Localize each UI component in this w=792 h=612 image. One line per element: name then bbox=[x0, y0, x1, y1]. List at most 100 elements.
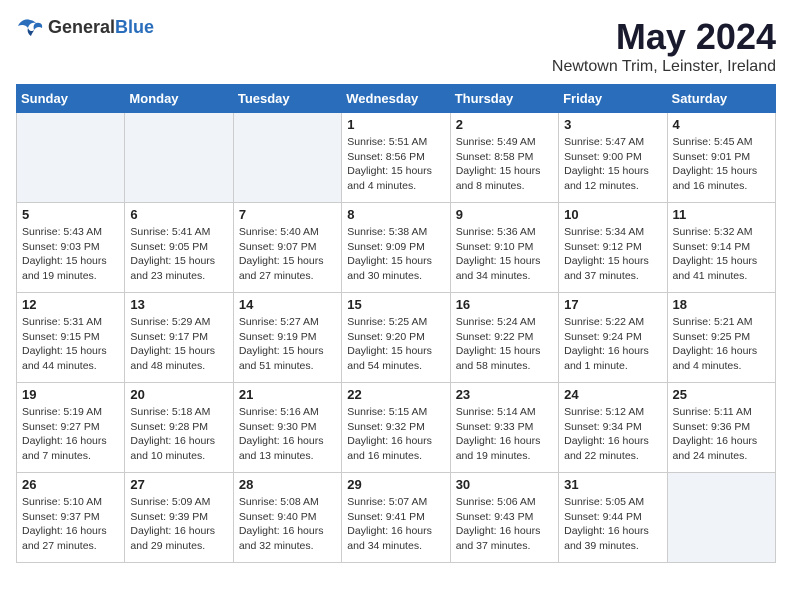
day-info: Sunrise: 5:09 AMSunset: 9:39 PMDaylight:… bbox=[130, 495, 227, 554]
day-number: 30 bbox=[456, 477, 553, 492]
day-number: 12 bbox=[22, 297, 119, 312]
logo-blue: Blue bbox=[115, 17, 154, 37]
table-row: 17Sunrise: 5:22 AMSunset: 9:24 PMDayligh… bbox=[559, 293, 667, 383]
day-number: 10 bbox=[564, 207, 661, 222]
day-info: Sunrise: 5:22 AMSunset: 9:24 PMDaylight:… bbox=[564, 315, 661, 374]
calendar-week-row: 5 Sunrise: 5:43 AMSunset: 9:03 PMDaylight… bbox=[17, 203, 776, 293]
table-row: 26Sunrise: 5:10 AMSunset: 9:37 PMDayligh… bbox=[17, 473, 125, 563]
day-info: Sunrise: 5:31 AMSunset: 9:15 PMDaylight:… bbox=[22, 315, 119, 374]
table-row: 4Sunrise: 5:45 AMSunset: 9:01 PMDaylight… bbox=[667, 113, 775, 203]
calendar-week-row: 1 Sunrise: 5:51 AMSunset: 8:56 PMDaylight… bbox=[17, 113, 776, 203]
day-info: Sunrise: 5:34 AMSunset: 9:12 PMDaylight:… bbox=[564, 225, 661, 284]
day-number: 20 bbox=[130, 387, 227, 402]
day-info: Sunrise: 5:11 AMSunset: 9:36 PMDaylight:… bbox=[673, 405, 770, 464]
table-row: 23 Sunrise: 5:14 AMSunset: 9:33 PMDayligh… bbox=[450, 383, 558, 473]
day-info: Sunrise: 5:19 AMSunset: 9:27 PMDaylight:… bbox=[22, 405, 119, 464]
logo-bird-icon bbox=[16, 16, 44, 38]
day-number: 3 bbox=[564, 117, 661, 132]
day-info: Sunrise: 5:05 AMSunset: 9:44 PMDaylight:… bbox=[564, 495, 661, 554]
table-row: 28 Sunrise: 5:08 AMSunset: 9:40 PMDayligh… bbox=[233, 473, 341, 563]
logo-text: GeneralBlue bbox=[48, 17, 154, 38]
table-row: 24Sunrise: 5:12 AMSunset: 9:34 PMDayligh… bbox=[559, 383, 667, 473]
day-number: 18 bbox=[673, 297, 770, 312]
day-info: Sunrise: 5:47 AMSunset: 9:00 PMDaylight:… bbox=[564, 135, 661, 194]
day-number: 14 bbox=[239, 297, 336, 312]
table-row: 22 Sunrise: 5:15 AMSunset: 9:32 PMDayligh… bbox=[342, 383, 450, 473]
table-row: 9 Sunrise: 5:36 AMSunset: 9:10 PMDaylight… bbox=[450, 203, 558, 293]
table-row: 30 Sunrise: 5:06 AMSunset: 9:43 PMDayligh… bbox=[450, 473, 558, 563]
day-info: Sunrise: 5:45 AMSunset: 9:01 PMDaylight:… bbox=[673, 135, 770, 194]
calendar-week-row: 19Sunrise: 5:19 AMSunset: 9:27 PMDayligh… bbox=[17, 383, 776, 473]
table-row: 12 Sunrise: 5:31 AMSunset: 9:15 PMDayligh… bbox=[17, 293, 125, 383]
day-number: 1 bbox=[347, 117, 444, 132]
table-row: 14 Sunrise: 5:27 AMSunset: 9:19 PMDayligh… bbox=[233, 293, 341, 383]
day-info: Sunrise: 5:18 AMSunset: 9:28 PMDaylight:… bbox=[130, 405, 227, 464]
location-title: Newtown Trim, Leinster, Ireland bbox=[552, 58, 776, 76]
day-info: Sunrise: 5:12 AMSunset: 9:34 PMDaylight:… bbox=[564, 405, 661, 464]
day-number: 16 bbox=[456, 297, 553, 312]
day-info: Sunrise: 5:41 AMSunset: 9:05 PMDaylight:… bbox=[130, 225, 227, 284]
day-number: 2 bbox=[456, 117, 553, 132]
day-number: 5 bbox=[22, 207, 119, 222]
day-number: 11 bbox=[673, 207, 770, 222]
table-row bbox=[125, 113, 233, 203]
day-info: Sunrise: 5:14 AMSunset: 9:33 PMDaylight:… bbox=[456, 405, 553, 464]
header-tuesday: Tuesday bbox=[233, 85, 341, 113]
title-block: May 2024 Newtown Trim, Leinster, Ireland bbox=[552, 16, 776, 76]
day-info: Sunrise: 5:24 AMSunset: 9:22 PMDaylight:… bbox=[456, 315, 553, 374]
day-number: 13 bbox=[130, 297, 227, 312]
calendar-table: Sunday Monday Tuesday Wednesday Thursday… bbox=[16, 84, 776, 563]
day-number: 31 bbox=[564, 477, 661, 492]
table-row bbox=[667, 473, 775, 563]
day-info: Sunrise: 5:27 AMSunset: 9:19 PMDaylight:… bbox=[239, 315, 336, 374]
table-row: 31 Sunrise: 5:05 AMSunset: 9:44 PMDayligh… bbox=[559, 473, 667, 563]
day-info: Sunrise: 5:25 AMSunset: 9:20 PMDaylight:… bbox=[347, 315, 444, 374]
day-number: 25 bbox=[673, 387, 770, 402]
table-row: 29Sunrise: 5:07 AMSunset: 9:41 PMDayligh… bbox=[342, 473, 450, 563]
table-row: 15 Sunrise: 5:25 AMSunset: 9:20 PMDayligh… bbox=[342, 293, 450, 383]
table-row: 10 Sunrise: 5:34 AMSunset: 9:12 PMDayligh… bbox=[559, 203, 667, 293]
day-info: Sunrise: 5:43 AMSunset: 9:03 PMDaylight:… bbox=[22, 225, 119, 284]
day-info: Sunrise: 5:15 AMSunset: 9:32 PMDaylight:… bbox=[347, 405, 444, 464]
weekday-header-row: Sunday Monday Tuesday Wednesday Thursday… bbox=[17, 85, 776, 113]
day-number: 28 bbox=[239, 477, 336, 492]
table-row: 6 Sunrise: 5:41 AMSunset: 9:05 PMDaylight… bbox=[125, 203, 233, 293]
month-title: May 2024 bbox=[552, 16, 776, 58]
day-info: Sunrise: 5:29 AMSunset: 9:17 PMDaylight:… bbox=[130, 315, 227, 374]
table-row: 18Sunrise: 5:21 AMSunset: 9:25 PMDayligh… bbox=[667, 293, 775, 383]
day-number: 23 bbox=[456, 387, 553, 402]
table-row: 2 Sunrise: 5:49 AMSunset: 8:58 PMDaylight… bbox=[450, 113, 558, 203]
table-row: 19Sunrise: 5:19 AMSunset: 9:27 PMDayligh… bbox=[17, 383, 125, 473]
table-row bbox=[233, 113, 341, 203]
day-number: 9 bbox=[456, 207, 553, 222]
table-row: 27Sunrise: 5:09 AMSunset: 9:39 PMDayligh… bbox=[125, 473, 233, 563]
day-number: 22 bbox=[347, 387, 444, 402]
calendar-week-row: 12 Sunrise: 5:31 AMSunset: 9:15 PMDayligh… bbox=[17, 293, 776, 383]
table-row: 25 Sunrise: 5:11 AMSunset: 9:36 PMDayligh… bbox=[667, 383, 775, 473]
day-number: 15 bbox=[347, 297, 444, 312]
day-info: Sunrise: 5:49 AMSunset: 8:58 PMDaylight:… bbox=[456, 135, 553, 194]
header-sunday: Sunday bbox=[17, 85, 125, 113]
day-info: Sunrise: 5:36 AMSunset: 9:10 PMDaylight:… bbox=[456, 225, 553, 284]
day-info: Sunrise: 5:06 AMSunset: 9:43 PMDaylight:… bbox=[456, 495, 553, 554]
day-info: Sunrise: 5:32 AMSunset: 9:14 PMDaylight:… bbox=[673, 225, 770, 284]
day-info: Sunrise: 5:07 AMSunset: 9:41 PMDaylight:… bbox=[347, 495, 444, 554]
day-number: 26 bbox=[22, 477, 119, 492]
header-saturday: Saturday bbox=[667, 85, 775, 113]
header-wednesday: Wednesday bbox=[342, 85, 450, 113]
day-info: Sunrise: 5:40 AMSunset: 9:07 PMDaylight:… bbox=[239, 225, 336, 284]
header-friday: Friday bbox=[559, 85, 667, 113]
table-row: 8Sunrise: 5:38 AMSunset: 9:09 PMDaylight… bbox=[342, 203, 450, 293]
calendar-week-row: 26Sunrise: 5:10 AMSunset: 9:37 PMDayligh… bbox=[17, 473, 776, 563]
table-row: 11 Sunrise: 5:32 AMSunset: 9:14 PMDayligh… bbox=[667, 203, 775, 293]
table-row: 20 Sunrise: 5:18 AMSunset: 9:28 PMDayligh… bbox=[125, 383, 233, 473]
page-header: GeneralBlue May 2024 Newtown Trim, Leins… bbox=[16, 16, 776, 76]
table-row: 21Sunrise: 5:16 AMSunset: 9:30 PMDayligh… bbox=[233, 383, 341, 473]
day-info: Sunrise: 5:08 AMSunset: 9:40 PMDaylight:… bbox=[239, 495, 336, 554]
day-info: Sunrise: 5:38 AMSunset: 9:09 PMDaylight:… bbox=[347, 225, 444, 284]
header-thursday: Thursday bbox=[450, 85, 558, 113]
day-info: Sunrise: 5:16 AMSunset: 9:30 PMDaylight:… bbox=[239, 405, 336, 464]
day-info: Sunrise: 5:51 AMSunset: 8:56 PMDaylight:… bbox=[347, 135, 444, 194]
day-number: 6 bbox=[130, 207, 227, 222]
logo-general: General bbox=[48, 17, 115, 37]
